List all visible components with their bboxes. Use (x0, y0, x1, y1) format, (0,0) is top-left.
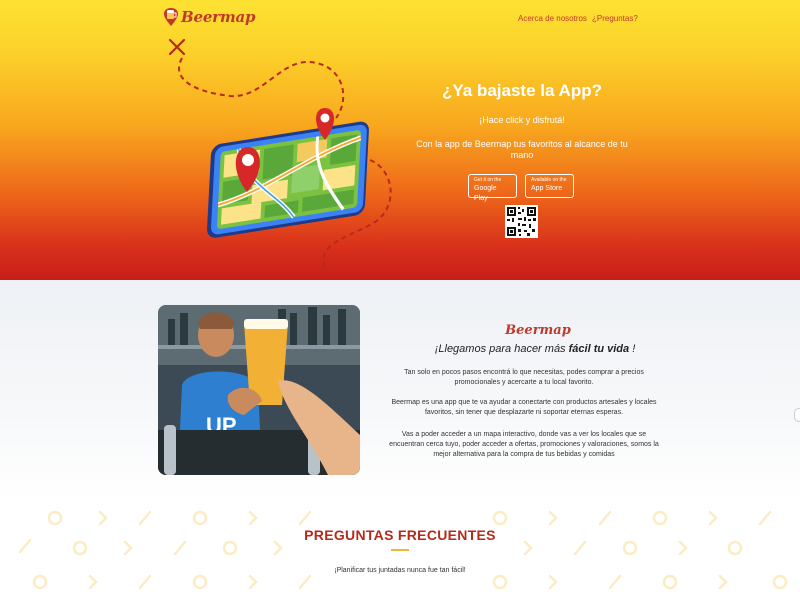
dashed-trail (178, 57, 345, 119)
app-store-button[interactable]: Available on the App Store (525, 174, 574, 198)
about-logo-text: Beermap (505, 323, 571, 338)
bartender-photo: UP (158, 305, 360, 475)
google-play-small-text: Get it on the (474, 177, 502, 183)
about-tagline: ¡Llegamos para hacer más fácil tu vida ! (390, 343, 680, 355)
tagline-bold: fácil tu vida (568, 343, 630, 355)
scroll-indicator[interactable] (794, 408, 800, 422)
app-store-big-text: App Store (531, 185, 563, 192)
nav-link-about[interactable]: Acerca de nosotros (518, 14, 587, 23)
about-paragraph-2: Beermap es una app que te va ayudar a co… (391, 399, 657, 416)
about-paragraph-1: Tan solo en pocos pasos encontrá lo que … (404, 369, 644, 386)
x-marker-icon (168, 38, 186, 56)
logo-text: Beermap (181, 8, 256, 26)
hero-subtitle: ¡Hace click y disfrutá! (479, 115, 565, 125)
tagline-pre: ¡Llegamos para hacer más (434, 343, 569, 355)
hero-title: ¿Ya bajaste la App? (442, 81, 602, 100)
faq-title: PREGUNTAS FRECUENTES (304, 527, 496, 543)
tagline-post: ! (629, 343, 636, 355)
app-store-small-text: Available on the (531, 177, 567, 183)
nav-link-faq[interactable]: ¿Preguntas? (592, 14, 638, 23)
logo[interactable]: Beermap (163, 7, 256, 27)
google-play-button[interactable]: Get it on the Google Play (468, 174, 517, 202)
faq-subtitle: ¡Planificar tus juntadas nunca fue tan f… (334, 567, 466, 574)
hero-description: Con la app de Beermap tus favoritos al a… (416, 139, 628, 160)
top-nav: Beermap Acerca de nosotros ¿Preguntas? (0, 0, 800, 40)
google-play-big-text: Google Play (474, 185, 497, 202)
qr-code (505, 205, 538, 238)
beer-pin-logo-icon (164, 8, 178, 26)
about-paragraph-3: Vas a poder acceder a un mapa interactiv… (389, 431, 659, 458)
faq-section: PREGUNTAS FRECUENTES ¡Planificar tus jun… (0, 500, 800, 600)
hero-section: Beermap Acerca de nosotros ¿Preguntas? ¿… (0, 0, 800, 280)
faq-title-underline (391, 549, 409, 551)
about-section: UP Beermap ¡Llegamos para hacer más fáci… (0, 280, 800, 500)
map-phone-illustration (168, 38, 392, 269)
